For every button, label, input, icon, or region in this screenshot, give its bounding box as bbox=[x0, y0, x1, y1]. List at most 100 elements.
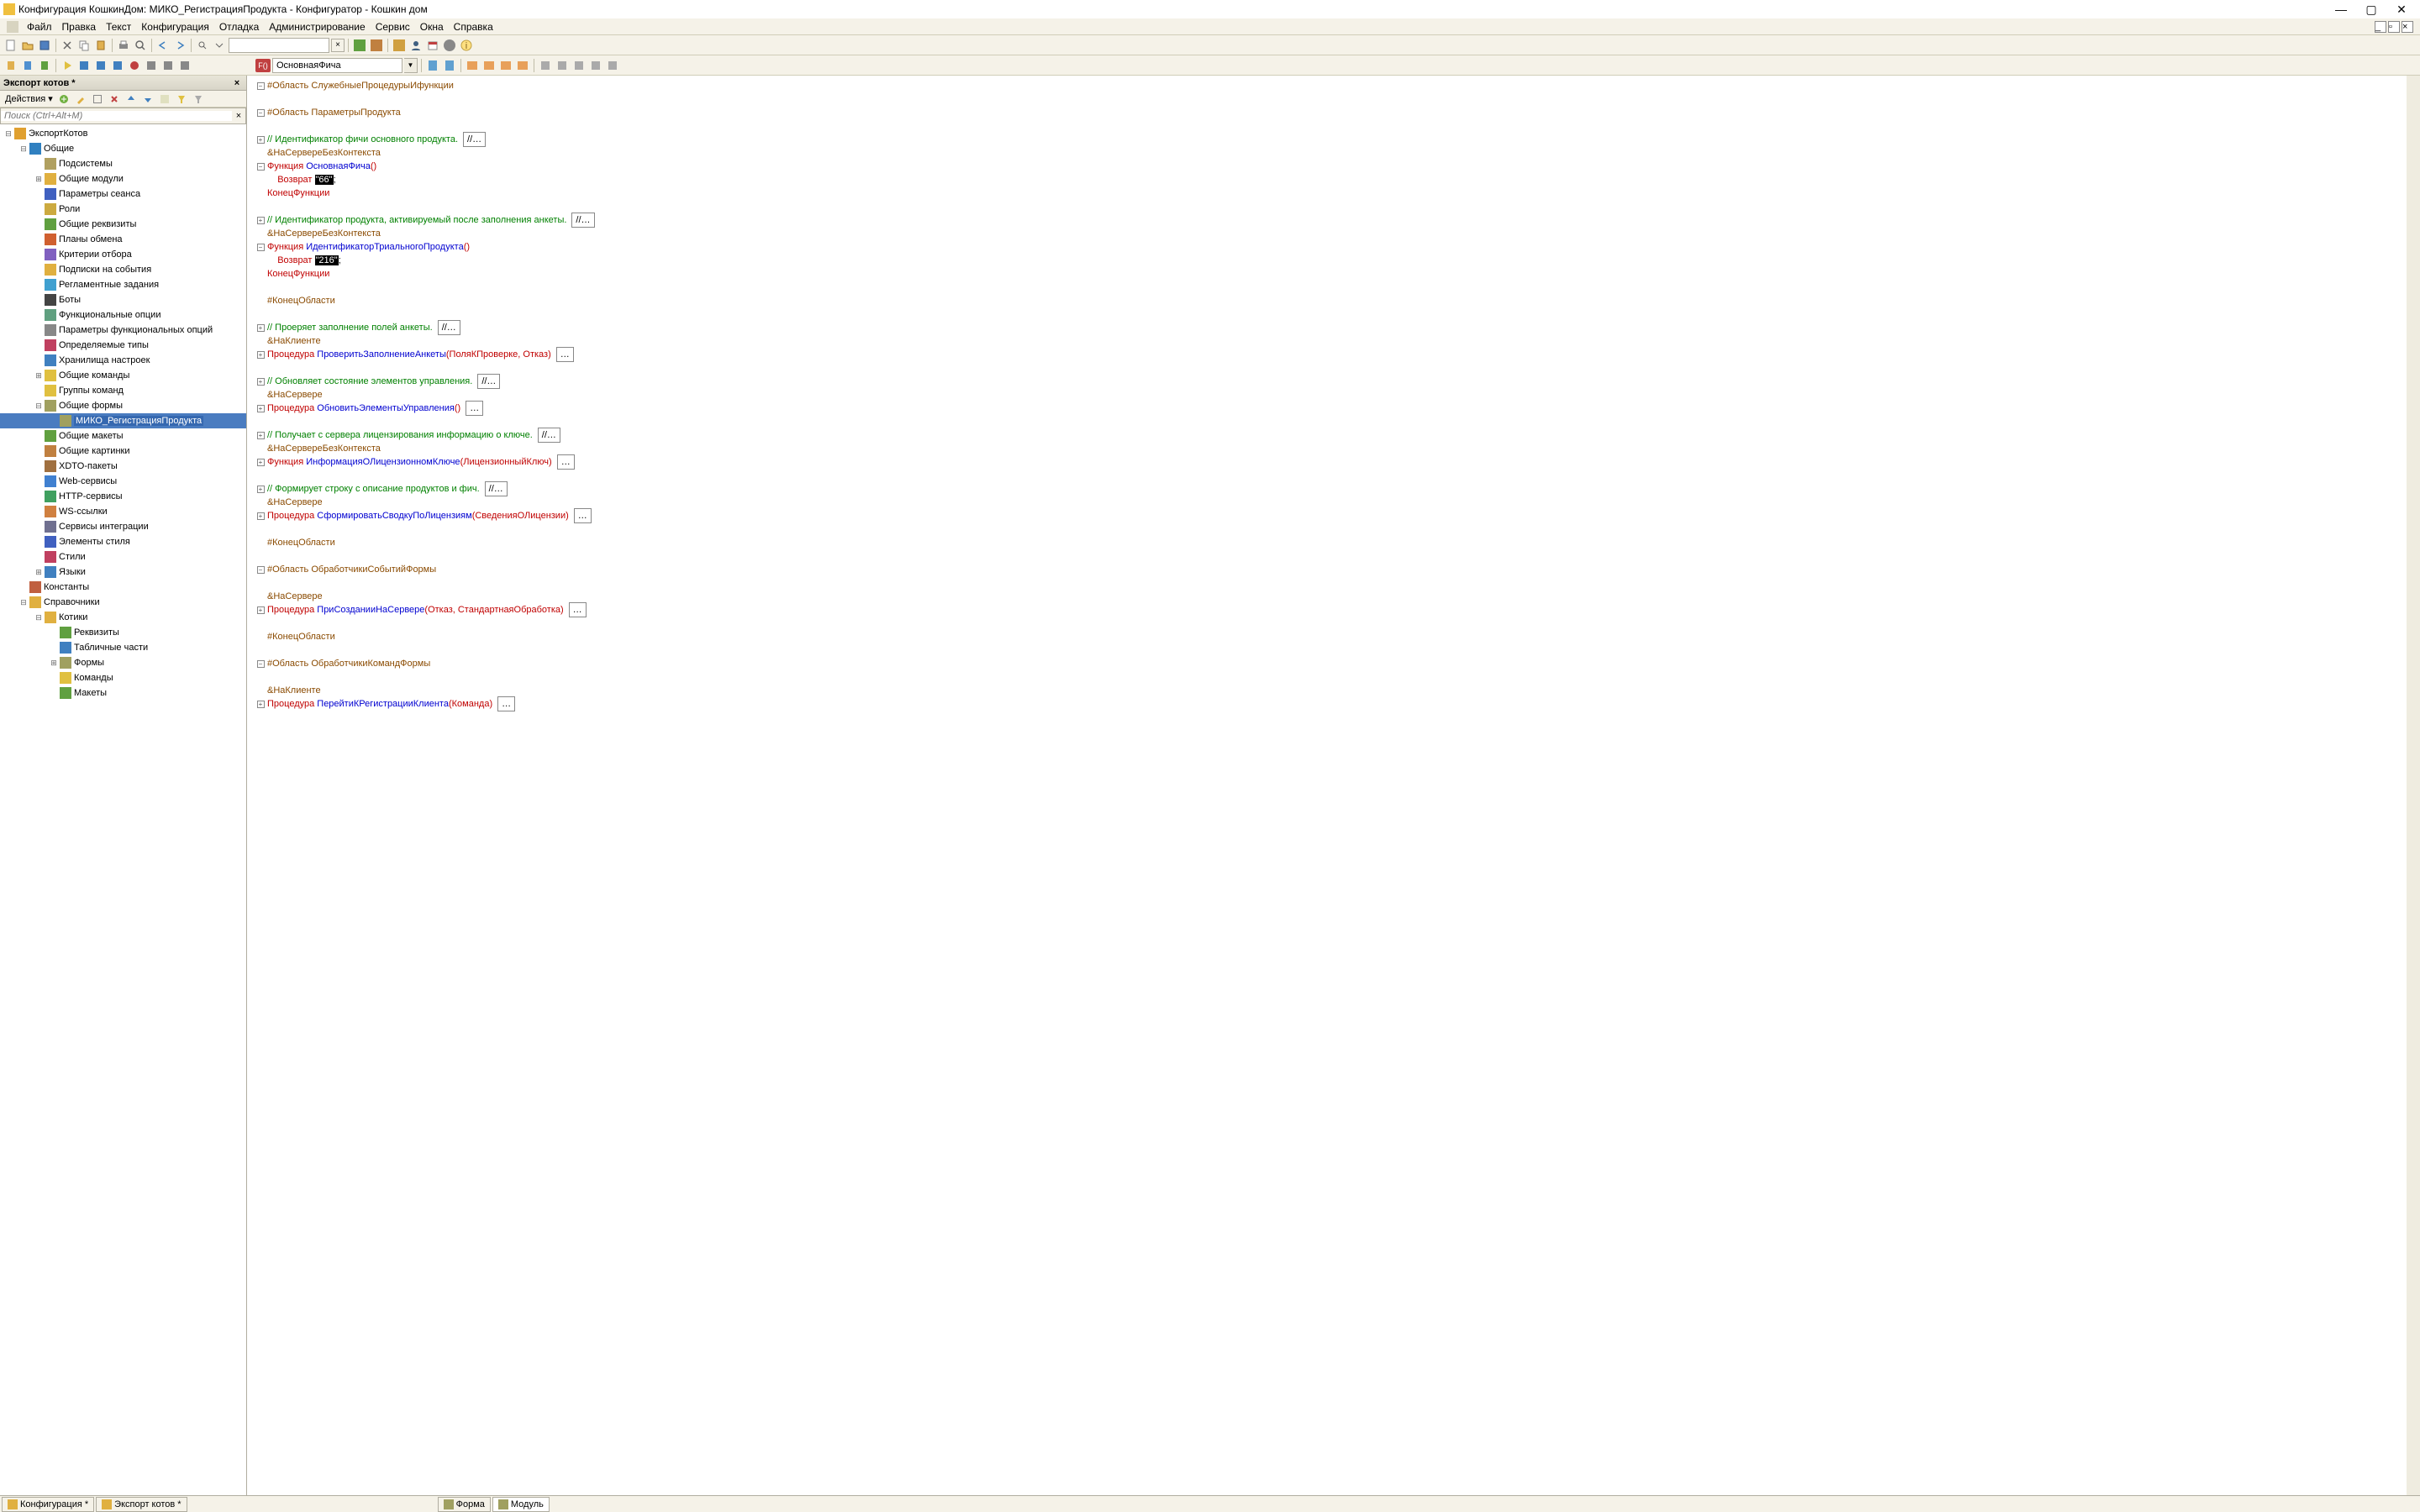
tree-item[interactable]: Хранилища настроек bbox=[0, 353, 246, 368]
menu-icon[interactable] bbox=[7, 21, 18, 33]
tree-item[interactable]: Константы bbox=[0, 580, 246, 595]
fold-plus-icon[interactable] bbox=[257, 351, 265, 359]
fold-plus-icon[interactable] bbox=[257, 136, 265, 144]
breakpoint-icon[interactable] bbox=[127, 58, 142, 73]
function-combo[interactable]: ОсновнаяФича bbox=[272, 58, 402, 73]
fold-placeholder[interactable]: … bbox=[557, 454, 575, 470]
code-line[interactable] bbox=[254, 643, 2420, 657]
code-line[interactable]: &НаСервереБезКонтекста bbox=[254, 146, 2420, 160]
delete-icon[interactable] bbox=[107, 92, 122, 107]
code-line[interactable]: &НаСервере bbox=[254, 388, 2420, 402]
debug-pause-icon[interactable] bbox=[160, 58, 176, 73]
sort-icon[interactable] bbox=[157, 92, 172, 107]
fold-plus-icon[interactable] bbox=[257, 486, 265, 493]
fold-placeholder[interactable]: //… bbox=[538, 428, 560, 443]
tree-item[interactable]: Web-сервисы bbox=[0, 474, 246, 489]
fold-plus-icon[interactable] bbox=[257, 324, 265, 332]
code-line[interactable]: Функция ИдентификаторТриальногоПродукта(… bbox=[254, 240, 2420, 254]
fold-placeholder[interactable]: … bbox=[466, 401, 483, 416]
fold-minus-icon[interactable] bbox=[257, 163, 265, 171]
code-line[interactable] bbox=[254, 92, 2420, 106]
code-line[interactable]: Процедура ПроверитьЗаполнениеАнкеты(Поля… bbox=[254, 348, 2420, 361]
menu-Текст[interactable]: Текст bbox=[101, 19, 136, 34]
function-combo-arrow-icon[interactable]: ▼ bbox=[404, 58, 418, 73]
code-line[interactable]: Функция ОсновнаяФича() bbox=[254, 160, 2420, 173]
code-line[interactable] bbox=[254, 549, 2420, 563]
tree-item[interactable]: ⊟Справочники bbox=[0, 595, 246, 610]
save-icon[interactable] bbox=[37, 38, 52, 53]
code-line[interactable]: #КонецОбласти bbox=[254, 536, 2420, 549]
tree-item[interactable]: Сервисы интеграции bbox=[0, 519, 246, 534]
code-line[interactable]: &НаСервере bbox=[254, 496, 2420, 509]
fold-plus-icon[interactable] bbox=[257, 512, 265, 520]
fold-placeholder[interactable]: … bbox=[569, 602, 587, 617]
tree-item[interactable]: ⊞Общие модули bbox=[0, 171, 246, 186]
debug-toggle-icon[interactable] bbox=[392, 38, 407, 53]
tree-item[interactable]: Подсистемы bbox=[0, 156, 246, 171]
code-line[interactable] bbox=[254, 119, 2420, 133]
tree-item[interactable]: XDTO-пакеты bbox=[0, 459, 246, 474]
user-icon[interactable] bbox=[408, 38, 424, 53]
code-line[interactable] bbox=[254, 670, 2420, 684]
comment-icon[interactable] bbox=[465, 58, 480, 73]
menu-Администрирование[interactable]: Администрирование bbox=[264, 19, 370, 34]
code-line[interactable]: &НаСервереБезКонтекста bbox=[254, 227, 2420, 240]
print-icon[interactable] bbox=[116, 38, 131, 53]
mdi-minimize-icon[interactable]: _ bbox=[2375, 21, 2386, 33]
format-a-icon[interactable] bbox=[538, 58, 553, 73]
tree-item[interactable]: Стили bbox=[0, 549, 246, 564]
db-open-icon[interactable] bbox=[20, 58, 35, 73]
config-tree[interactable]: ⊟ЭкспортКотов⊟ОбщиеПодсистемы⊞Общие моду… bbox=[0, 124, 246, 1495]
tree-item[interactable]: HTTP-сервисы bbox=[0, 489, 246, 504]
tree-item[interactable]: ⊞Языки bbox=[0, 564, 246, 580]
collapse-icon[interactable]: ⊟ bbox=[34, 401, 44, 411]
code-line[interactable] bbox=[254, 281, 2420, 294]
preview-icon[interactable] bbox=[133, 38, 148, 53]
move-down-icon[interactable] bbox=[140, 92, 155, 107]
sidebar-search-input[interactable] bbox=[1, 111, 232, 121]
filter-icon[interactable] bbox=[174, 92, 189, 107]
fold-plus-icon[interactable] bbox=[257, 432, 265, 439]
find-dropdown-icon[interactable] bbox=[212, 38, 227, 53]
fold-plus-icon[interactable] bbox=[257, 606, 265, 614]
tool-b-icon[interactable] bbox=[369, 38, 384, 53]
fold-plus-icon[interactable] bbox=[257, 405, 265, 412]
copy-icon[interactable] bbox=[76, 38, 92, 53]
menu-Файл[interactable]: Файл bbox=[22, 19, 57, 34]
code-line[interactable]: // Идентификатор продукта, активируемый … bbox=[254, 213, 2420, 227]
tree-item[interactable]: Реквизиты bbox=[0, 625, 246, 640]
tree-item[interactable]: Табличные части bbox=[0, 640, 246, 655]
collapse-icon[interactable]: ⊟ bbox=[18, 144, 29, 154]
format-e-icon[interactable] bbox=[605, 58, 620, 73]
tree-item[interactable]: WS-ссылки bbox=[0, 504, 246, 519]
debug-step-into-icon[interactable] bbox=[110, 58, 125, 73]
code-line[interactable]: &НаСервереБезКонтекста bbox=[254, 442, 2420, 455]
fold-placeholder[interactable]: … bbox=[556, 347, 574, 362]
tree-item[interactable]: ⊞Общие команды bbox=[0, 368, 246, 383]
panel-tab[interactable]: Конфигурация * bbox=[2, 1497, 94, 1512]
fold-minus-icon[interactable] bbox=[257, 244, 265, 251]
collapse-icon[interactable]: ⊟ bbox=[18, 597, 29, 607]
open-icon[interactable] bbox=[20, 38, 35, 53]
tool-a-icon[interactable] bbox=[352, 38, 367, 53]
debug-step-icon[interactable] bbox=[76, 58, 92, 73]
tree-item[interactable]: Роли bbox=[0, 202, 246, 217]
code-editor[interactable]: #Область СлужебныеПроцедурыИфункции#Обла… bbox=[247, 76, 2420, 1495]
code-line[interactable] bbox=[254, 307, 2420, 321]
code-line[interactable]: &НаСервере bbox=[254, 590, 2420, 603]
code-line[interactable]: #Область ОбработчикиСобытийФормы bbox=[254, 563, 2420, 576]
fold-placeholder[interactable]: … bbox=[497, 696, 515, 711]
tree-item[interactable]: Команды bbox=[0, 670, 246, 685]
tree-item[interactable]: Общие реквизиты bbox=[0, 217, 246, 232]
tree-item[interactable]: Функциональные опции bbox=[0, 307, 246, 323]
tree-item[interactable]: ⊟Общие формы bbox=[0, 398, 246, 413]
code-line[interactable]: // Формирует строку с описание продуктов… bbox=[254, 482, 2420, 496]
fold-placeholder[interactable]: … bbox=[574, 508, 592, 523]
paste-icon[interactable] bbox=[93, 38, 108, 53]
code-line[interactable] bbox=[254, 415, 2420, 428]
code-line[interactable]: Возврат "216"; bbox=[254, 254, 2420, 267]
code-line[interactable]: КонецФункции bbox=[254, 267, 2420, 281]
help-icon[interactable]: i bbox=[459, 38, 474, 53]
expand-icon[interactable]: ⊞ bbox=[34, 174, 44, 184]
cut-icon[interactable] bbox=[60, 38, 75, 53]
